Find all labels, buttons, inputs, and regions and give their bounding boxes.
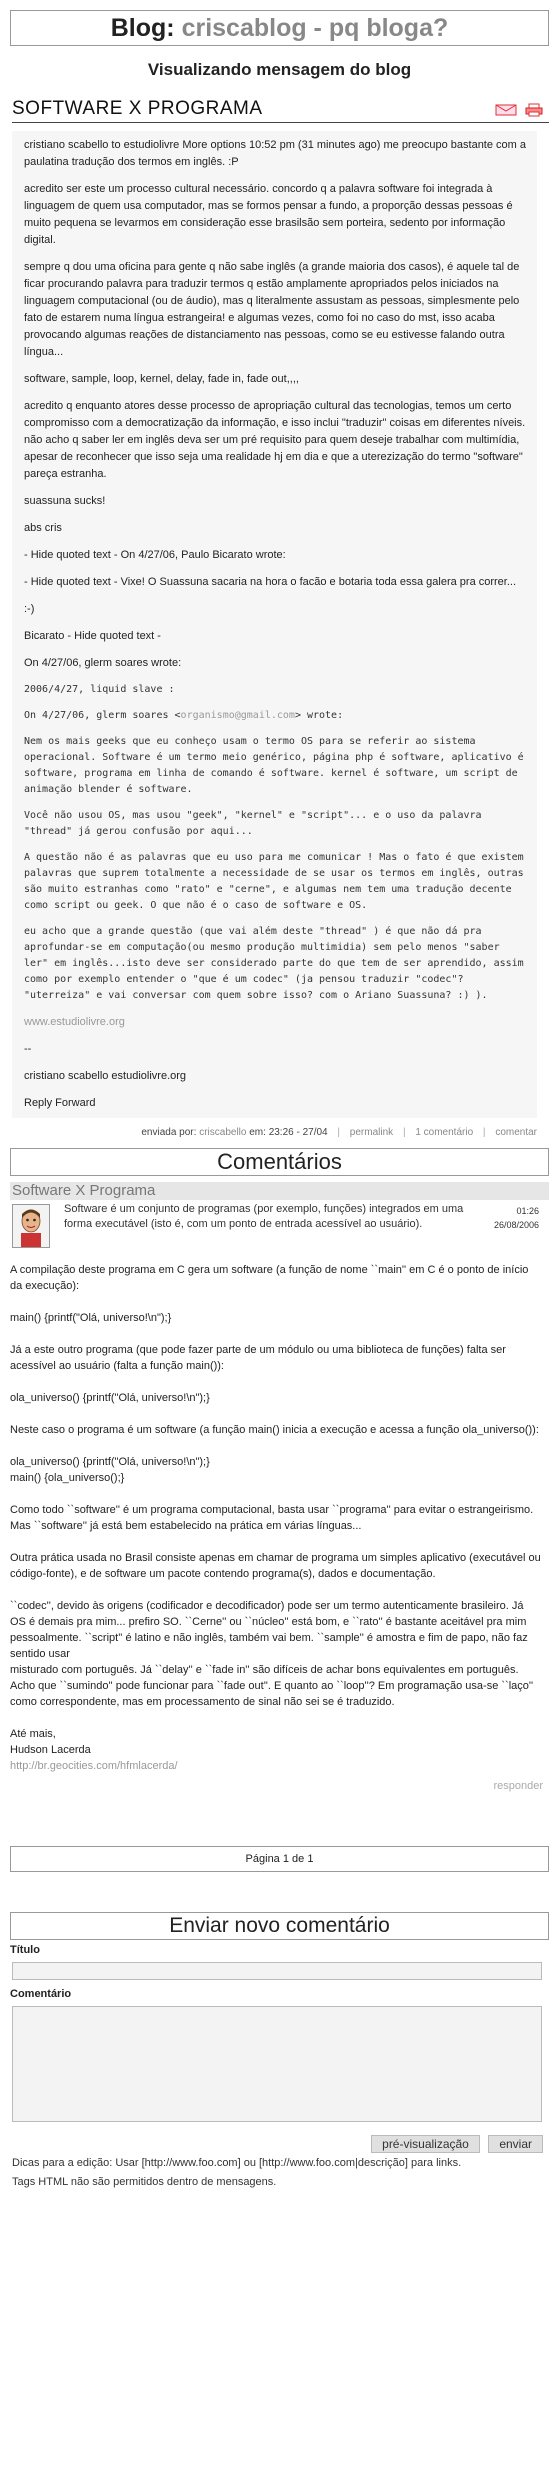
respond-link[interactable]: responder — [10, 1780, 549, 1792]
post-paragraph: - Hide quoted text - On 4/27/06, Paulo B… — [24, 549, 286, 561]
post-body: cristiano scabello to estudiolivre More … — [12, 131, 537, 1118]
title-label: Título — [10, 1944, 40, 1956]
post-paragraph: acredito ser este um processo cultural n… — [24, 183, 513, 246]
comment-label: Comentário — [10, 1988, 72, 2000]
post-paragraph: abs cris — [24, 522, 62, 534]
meta-separator: | — [337, 1127, 341, 1138]
quoted-paragraph: A questão não é as palavras que eu uso p… — [24, 852, 524, 911]
comment-paragraph: ola_universo() {printf("Olá, universo!\n… — [10, 1392, 210, 1404]
post-paragraph: acredito q enquanto atores desse process… — [24, 400, 526, 480]
post-datetime: 23:26 - 27/04 — [268, 1127, 328, 1138]
post-paragraph: suassuna sucks! — [24, 495, 106, 507]
post-paragraph: :-) — [24, 603, 35, 615]
comment-time: 01:26 — [516, 1206, 539, 1216]
page: Blog: criscablog - pq bloga? Visualizand… — [0, 10, 559, 2191]
quoted-line: 2006/4/27, liquid slave : — [24, 684, 175, 695]
post-paragraph: On 4/27/06, glerm soares wrote: — [24, 657, 182, 669]
post-paragraph: software, sample, loop, kernel, delay, f… — [24, 373, 299, 385]
quoted-suffix: > wrote: — [294, 710, 344, 721]
comment-paragraph: ola_universo() {printf("Olá, universo!\n… — [10, 1456, 210, 1484]
reply-forward: Reply Forward — [24, 1097, 96, 1109]
blog-header: Blog: criscablog - pq bloga? — [10, 10, 549, 46]
new-comment-title: Enviar novo comentário — [10, 1912, 549, 1940]
preview-button[interactable]: pré-visualização — [371, 2135, 480, 2153]
permalink-link[interactable]: permalink — [350, 1127, 393, 1138]
new-comment-form: Título Comentário pré-visualização envia… — [10, 1944, 549, 2191]
author-link[interactable]: criscabello — [199, 1127, 246, 1138]
sent-by-label: enviada por: — [141, 1127, 197, 1138]
comment-excerpt: Software é um conjunto de programas (por… — [64, 1203, 464, 1230]
editing-tips: Dicas para a edição: Usar [http://www.fo… — [12, 2157, 462, 2169]
send-button[interactable]: enviar — [488, 2135, 543, 2153]
email-icon[interactable] — [495, 103, 517, 117]
comment-signature: Até mais, Hudson Lacerda — [10, 1728, 91, 1756]
pagination: Página 1 de 1 — [10, 1846, 549, 1872]
comment-paragraph: Como todo ``software'' é um programa com… — [10, 1504, 534, 1532]
avatar — [12, 1204, 50, 1248]
post-title-row: SOFTWARE X PROGRAMA — [12, 98, 549, 123]
comment-paragraph: main() {printf("Olá, universo!\n");} — [10, 1312, 172, 1324]
signature-separator: -- — [24, 1043, 32, 1055]
quoted-prefix: On 4/27/06, glerm soares < — [24, 710, 181, 721]
post-paragraph: Bicarato - Hide quoted text - — [24, 630, 161, 642]
post-actions — [491, 101, 547, 119]
comment-paragraph: A compilação deste programa em C gera um… — [10, 1264, 529, 1292]
comments-count-link[interactable]: 1 comentário — [415, 1127, 473, 1138]
post-paragraph: sempre q dou uma oficina para gente q nã… — [24, 261, 520, 358]
quoted-paragraph: Nem os mais geeks que eu conheço usam o … — [24, 736, 524, 795]
quoted-line: On 4/27/06, glerm soares <organismo@gmai… — [24, 708, 527, 724]
meta-separator: | — [482, 1127, 486, 1138]
comment-paragraph: Neste caso o programa é um software (a f… — [10, 1424, 539, 1436]
post-paragraph: - Hide quoted text - Vixe! O Suassuna sa… — [24, 576, 517, 588]
comment-paragraph: ``codec'', devido às origens (codificado… — [10, 1600, 534, 1708]
at-label: em: — [249, 1127, 266, 1138]
quoted-paragraph: eu acho que a grande questão (que vai al… — [24, 926, 524, 1001]
meta-separator: | — [402, 1127, 406, 1138]
page-subtitle: Visualizando mensagem do blog — [147, 60, 412, 79]
email-link[interactable]: organismo@gmail.com — [181, 710, 295, 721]
comment-date: 01:26 26/08/2006 — [494, 1204, 539, 1232]
comment-day: 26/08/2006 — [493, 1220, 539, 1230]
signature: cristiano scabello estudiolivre.org — [24, 1070, 187, 1082]
comment-link[interactable]: comentar — [495, 1127, 537, 1138]
form-buttons: pré-visualização enviar — [10, 2135, 549, 2153]
blog-label: Blog: — [110, 14, 175, 42]
commenter-url-link[interactable]: http://br.geocities.com/hfmlacerda/ — [10, 1758, 541, 1774]
site-link[interactable]: www.estudiolivre.org — [24, 1014, 527, 1031]
print-icon[interactable] — [525, 103, 547, 117]
comment-text: A compilação deste programa em C gera um… — [10, 1262, 549, 1774]
comment-paragraph: Já a este outro programa (que pode fazer… — [10, 1344, 506, 1372]
post-meta: enviada por: criscabello em: 23:26 - 27/… — [12, 1124, 537, 1142]
blog-name-link[interactable]: criscablog - pq bloga? — [182, 14, 449, 42]
post-title: SOFTWARE X PROGRAMA — [12, 98, 263, 119]
post-paragraph: cristiano scabello to estudiolivre More … — [24, 139, 526, 168]
comment-header: Software é um conjunto de programas (por… — [10, 1202, 549, 1262]
quoted-paragraph: Você não usou OS, mas usou "geek", "kern… — [24, 810, 482, 837]
html-notice: Tags HTML não são permitidos dentro de m… — [12, 2176, 277, 2188]
comment-title: Software X Programa — [10, 1182, 549, 1200]
comment-paragraph: Outra prática usada no Brasil consiste a… — [10, 1552, 541, 1580]
comment-textarea[interactable] — [12, 2006, 542, 2122]
title-input[interactable] — [12, 1962, 542, 1980]
comment: Software X Programa Software é um conjun… — [10, 1182, 549, 1792]
comments-section-title: Comentários — [10, 1148, 549, 1176]
